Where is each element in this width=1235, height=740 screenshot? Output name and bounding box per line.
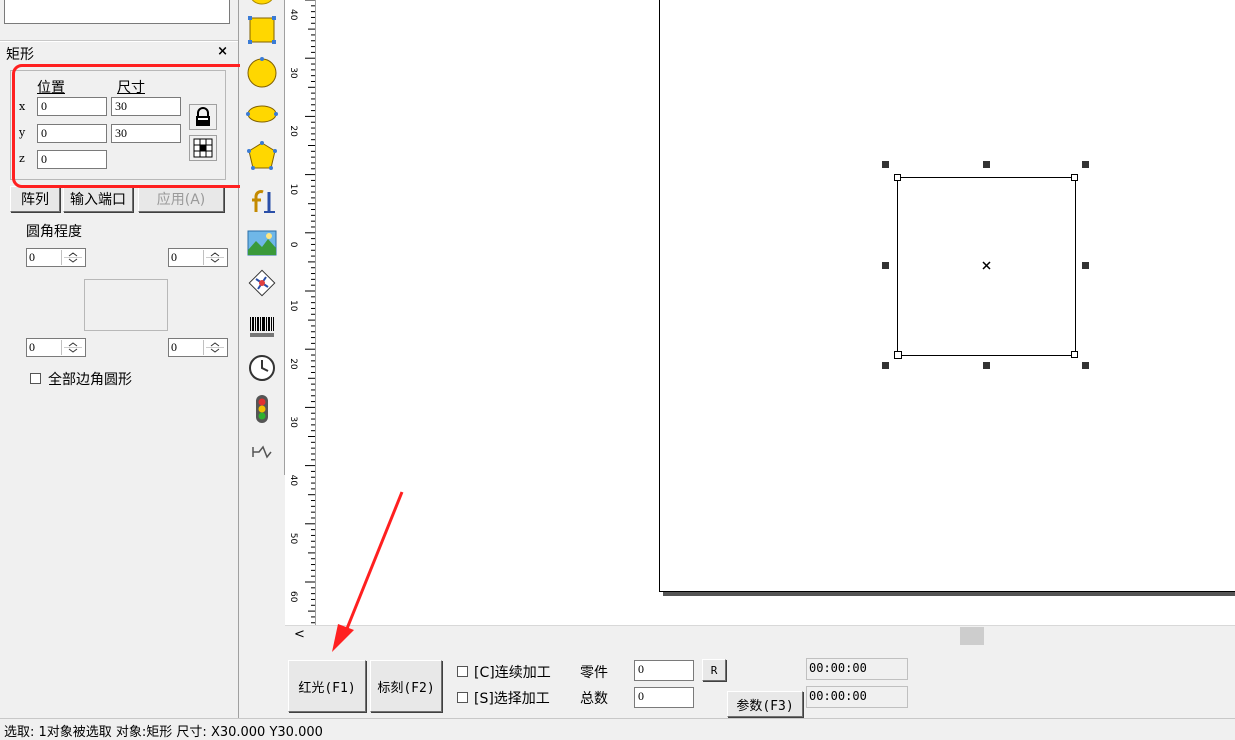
- input-port-button[interactable]: 输入端口: [63, 186, 133, 212]
- vertex-node[interactable]: [1071, 351, 1078, 358]
- barcode-icon: [250, 317, 274, 337]
- total-time-display: 00:00:00: [806, 686, 908, 708]
- ruler-label: 20: [288, 358, 298, 370]
- vertex-node[interactable]: [1071, 174, 1078, 181]
- corner-rounding-label: 圆角程度: [26, 224, 82, 240]
- ruler-label: 40: [288, 9, 298, 21]
- resize-handle-bottom[interactable]: [983, 362, 990, 369]
- tool-motion[interactable]: [246, 436, 278, 468]
- spinner-value: 0: [29, 250, 35, 264]
- panel-close-button[interactable]: ×: [217, 44, 228, 59]
- corner-top-right-spinner[interactable]: 0: [168, 248, 228, 267]
- vertex-node[interactable]: [894, 174, 901, 181]
- vertical-ruler: 40 30 20 10 0 10 20 30 40 50 60: [285, 0, 316, 625]
- move-axis-icon: [252, 445, 272, 459]
- spinner-value: 0: [171, 340, 177, 354]
- tool-ellipse[interactable]: [246, 98, 278, 130]
- rectangle-icon: [248, 16, 276, 44]
- tool-circle[interactable]: [246, 57, 278, 89]
- resize-handle-left[interactable]: [882, 262, 889, 269]
- apply-button[interactable]: 应用(A): [138, 186, 224, 212]
- status-bar: 选取: 1对象被选取 对象:矩形 尺寸: X30.000 Y30.000: [0, 718, 1235, 740]
- corner-preview: [84, 279, 168, 331]
- tool-text[interactable]: [246, 185, 278, 217]
- text-tool-icon: [252, 190, 275, 213]
- mark-button[interactable]: 标刻(F2): [370, 660, 442, 712]
- total-label: 总数: [580, 691, 608, 707]
- object-list-box[interactable]: [4, 0, 230, 24]
- tool-barcode[interactable]: [246, 311, 278, 343]
- select-process-label: [S]选择加工: [474, 691, 550, 707]
- ruler-label: 30: [288, 416, 298, 428]
- panel-header: 矩形 ×: [4, 44, 232, 63]
- resize-handle-top-right[interactable]: [1082, 161, 1089, 168]
- corner-bottom-right-spinner[interactable]: 0: [168, 338, 228, 357]
- continuous-process-label: [C]连续加工: [474, 665, 551, 681]
- clock-icon: [249, 355, 275, 381]
- spinner-value: 0: [29, 340, 35, 354]
- ruler-label: 10: [288, 184, 298, 196]
- panel-divider: [0, 40, 238, 42]
- elapsed-time-display: 00:00:00: [806, 658, 908, 680]
- scroll-thumb[interactable]: [960, 627, 984, 645]
- parts-input[interactable]: 0: [634, 660, 694, 681]
- array-button[interactable]: 阵列: [10, 186, 60, 212]
- ruler-label: 30: [288, 67, 298, 79]
- ruler-label: 50: [288, 533, 298, 545]
- resize-handle-bottom-left[interactable]: [882, 362, 889, 369]
- center-cross-icon: [982, 261, 991, 270]
- tool-input-output[interactable]: [246, 393, 278, 425]
- parts-label: 零件: [580, 665, 608, 681]
- spinner-arrows-icon[interactable]: [203, 250, 226, 265]
- ruler-label: 60: [288, 591, 298, 603]
- tool-bitmap[interactable]: [246, 227, 278, 259]
- corner-top-left-spinner[interactable]: 0: [26, 248, 86, 267]
- red-light-button[interactable]: 红光(F1): [288, 660, 366, 712]
- all-corners-checkbox[interactable]: [30, 373, 41, 384]
- reset-count-button[interactable]: R: [702, 659, 726, 681]
- resize-handle-top[interactable]: [983, 161, 990, 168]
- scroll-left-arrow[interactable]: <: [294, 627, 305, 642]
- ruler-label: 40: [288, 475, 298, 487]
- spinner-arrows-icon[interactable]: [61, 340, 84, 355]
- polygon-icon: [247, 141, 277, 170]
- select-process-checkbox[interactable]: [457, 692, 468, 703]
- draw-toolbar: [240, 0, 285, 475]
- ruler-ticks: 40 30 20 10 0 10 20 30 40 50 60: [288, 0, 315, 624]
- image-icon: [247, 230, 277, 256]
- resize-handle-right[interactable]: [1082, 262, 1089, 269]
- parameters-button[interactable]: 参数(F3): [727, 691, 803, 717]
- spinner-value: 0: [171, 250, 177, 264]
- tool-timer[interactable]: [246, 352, 278, 384]
- corner-bottom-left-spinner[interactable]: 0: [26, 338, 86, 357]
- all-corners-label: 全部边角圆形: [48, 372, 132, 388]
- tool-polygon[interactable]: [246, 140, 278, 172]
- panel-title: 矩形: [6, 47, 34, 63]
- drawing-canvas[interactable]: [316, 0, 1235, 625]
- tool-rectangle[interactable]: [246, 14, 278, 46]
- tool-vector-file[interactable]: [246, 267, 278, 299]
- horizontal-scrollbar[interactable]: <: [285, 625, 1235, 646]
- ruler-label: 0: [288, 242, 298, 248]
- total-input[interactable]: 0: [634, 687, 694, 708]
- resize-handle-bottom-right[interactable]: [1082, 362, 1089, 369]
- vector-import-icon: [248, 269, 276, 297]
- annotation-arrow-icon: [332, 491, 404, 652]
- ruler-label: 20: [288, 125, 298, 137]
- status-text: 选取: 1对象被选取 对象:矩形 尺寸: X30.000 Y30.000: [4, 725, 323, 740]
- ruler-label: 10: [288, 300, 298, 312]
- vertex-node[interactable]: [894, 351, 902, 359]
- traffic-light-icon: [256, 395, 268, 423]
- spinner-arrows-icon[interactable]: [61, 250, 84, 265]
- spinner-arrows-icon[interactable]: [203, 340, 226, 355]
- ellipse-icon: [246, 105, 278, 123]
- circle-icon: [247, 57, 277, 88]
- continuous-process-checkbox[interactable]: [457, 666, 468, 677]
- resize-handle-top-left[interactable]: [882, 161, 889, 168]
